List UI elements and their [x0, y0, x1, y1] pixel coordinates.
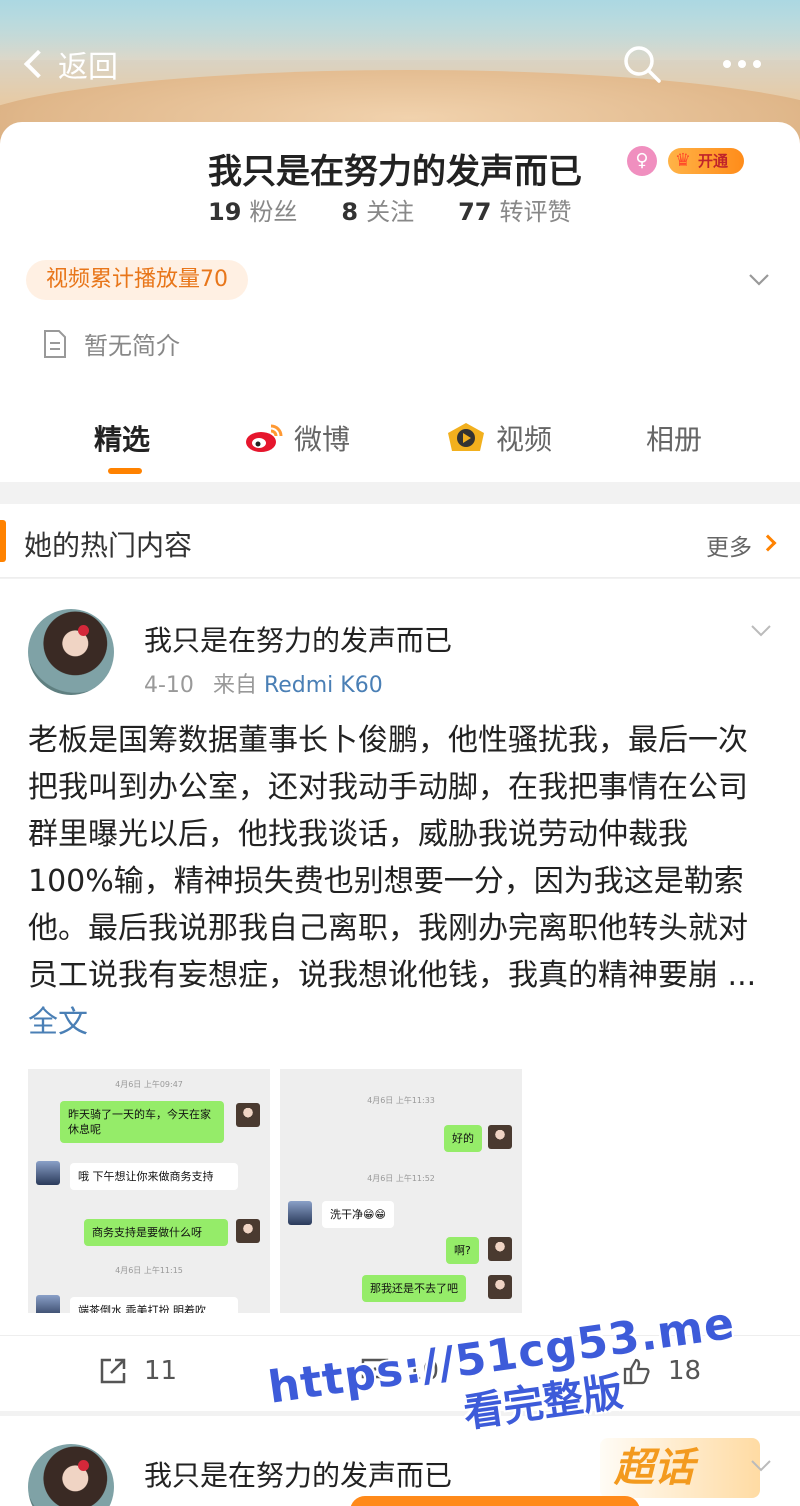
crown-icon: ♛ [674, 150, 692, 171]
post-text: 老板是国筹数据董事长卜俊鹏，他性骚扰我，最后一次把我叫到办公室，还对我动手动脚，… [28, 717, 770, 1046]
tab-weibo[interactable]: 微博 [244, 418, 350, 458]
post-author[interactable]: 我只是在努力的发声而已 [144, 1454, 452, 1494]
video-play-count-badge[interactable]: 视频累计播放量70 [26, 260, 248, 300]
bio-text: 暂无简介 [84, 332, 180, 360]
tab-video[interactable]: 视频 [446, 418, 552, 458]
like-button[interactable]: 18 [622, 1356, 701, 1386]
floating-action-button[interactable] [350, 1496, 640, 1506]
dot-icon [738, 60, 746, 68]
section-accent-bar [0, 520, 6, 562]
weibo-icon [246, 424, 283, 452]
hot-content-header: 她的热门内容 更多 [0, 504, 800, 578]
chevron-down-icon[interactable] [750, 1454, 772, 1476]
search-button[interactable] [620, 42, 664, 86]
avatar [488, 1275, 512, 1299]
chevron-down-icon[interactable] [750, 619, 772, 641]
avatar [36, 1161, 60, 1185]
post-avatar[interactable] [28, 609, 114, 695]
post-date: 4-10 [144, 673, 194, 698]
post-card-2: 我只是在努力的发声而已 超话 [0, 1416, 800, 1506]
share-button[interactable]: 11 [98, 1356, 177, 1386]
post-device[interactable]: Redmi K60 [264, 673, 383, 698]
video-icon [448, 423, 484, 451]
dot-icon [723, 60, 731, 68]
top-bar: 返回 [0, 28, 800, 98]
chevron-right-icon[interactable] [759, 534, 777, 552]
super-topic-badge[interactable]: 超话 [600, 1438, 760, 1498]
post-avatar[interactable] [28, 1444, 114, 1506]
comment-icon [361, 1358, 389, 1386]
vip-open-button[interactable]: ♛ 开通 [668, 148, 744, 174]
post-body: 老板是国筹数据董事长卜俊鹏，他性骚扰我，最后一次把我叫到办公室，还对我动手动脚，… [28, 723, 757, 993]
post-source-prefix: 来自 [212, 673, 257, 698]
post-author[interactable]: 我只是在努力的发声而已 [144, 619, 452, 659]
profile-card: 我只是在努力的发声而已 ♀ ♛ 开通 19 粉丝 8 关注 77 转评赞 视频累计播放… [0, 122, 800, 482]
active-tab-indicator [108, 468, 142, 474]
chat-screenshot-1[interactable]: 4月6日 上午09:47 昨天骑了一天的车，今天在家休息呢 哦 下午想让你来做商… [28, 1069, 270, 1313]
post-card: 我只是在努力的发声而已 4-10 来自 Redmi K60 老板是国筹数据董事长… [0, 579, 800, 1411]
stat-interactions[interactable]: 77 转评赞 [458, 192, 571, 227]
full-text-link[interactable]: 全文 [28, 1005, 88, 1040]
profile-tabs: 精选 微博 视频 相册 [0, 408, 800, 482]
tab-album[interactable]: 相册 [646, 418, 702, 458]
section-title: 她的热门内容 [24, 529, 193, 562]
more-options-button[interactable] [712, 42, 772, 86]
post-meta: 4-10 来自 Redmi K60 [144, 667, 383, 699]
avatar [488, 1237, 512, 1261]
avatar [236, 1219, 260, 1243]
chevron-left-icon [23, 49, 53, 79]
back-label: 返回 [58, 50, 118, 85]
more-link[interactable]: 更多 [706, 528, 752, 562]
stat-followers[interactable]: 19 粉丝 [208, 192, 297, 227]
comment-button[interactable]: 10 [360, 1356, 439, 1386]
tab-featured[interactable]: 精选 [94, 418, 150, 458]
search-icon [624, 46, 661, 83]
avatar [288, 1201, 312, 1225]
chevron-down-icon[interactable] [748, 268, 770, 290]
document-icon [44, 329, 66, 358]
vip-label: 开通 [698, 152, 729, 170]
dot-icon [753, 60, 761, 68]
stat-following[interactable]: 8 关注 [341, 192, 414, 227]
back-button[interactable]: 返回 [22, 42, 118, 86]
chat-screenshot-2[interactable]: 4月6日 上午11:33 好的 4月6日 上午11:52 洗干净😁😁 啊? 那我… [280, 1069, 522, 1313]
profile-name: 我只是在努力的发声而已 [208, 152, 582, 192]
avatar [236, 1103, 260, 1127]
post-images: 4月6日 上午09:47 昨天骑了一天的车，今天在家休息呢 哦 下午想让你来做商… [28, 1069, 522, 1313]
post-actions: 11 10 18 [0, 1335, 800, 1411]
share-icon [100, 1358, 126, 1384]
avatar [488, 1125, 512, 1149]
avatar [36, 1295, 60, 1313]
profile-stats: 19 粉丝 8 关注 77 转评赞 [208, 192, 572, 227]
bio-row: 暂无简介 [42, 326, 180, 361]
like-icon [623, 1358, 650, 1385]
female-icon: ♀ [627, 146, 657, 176]
